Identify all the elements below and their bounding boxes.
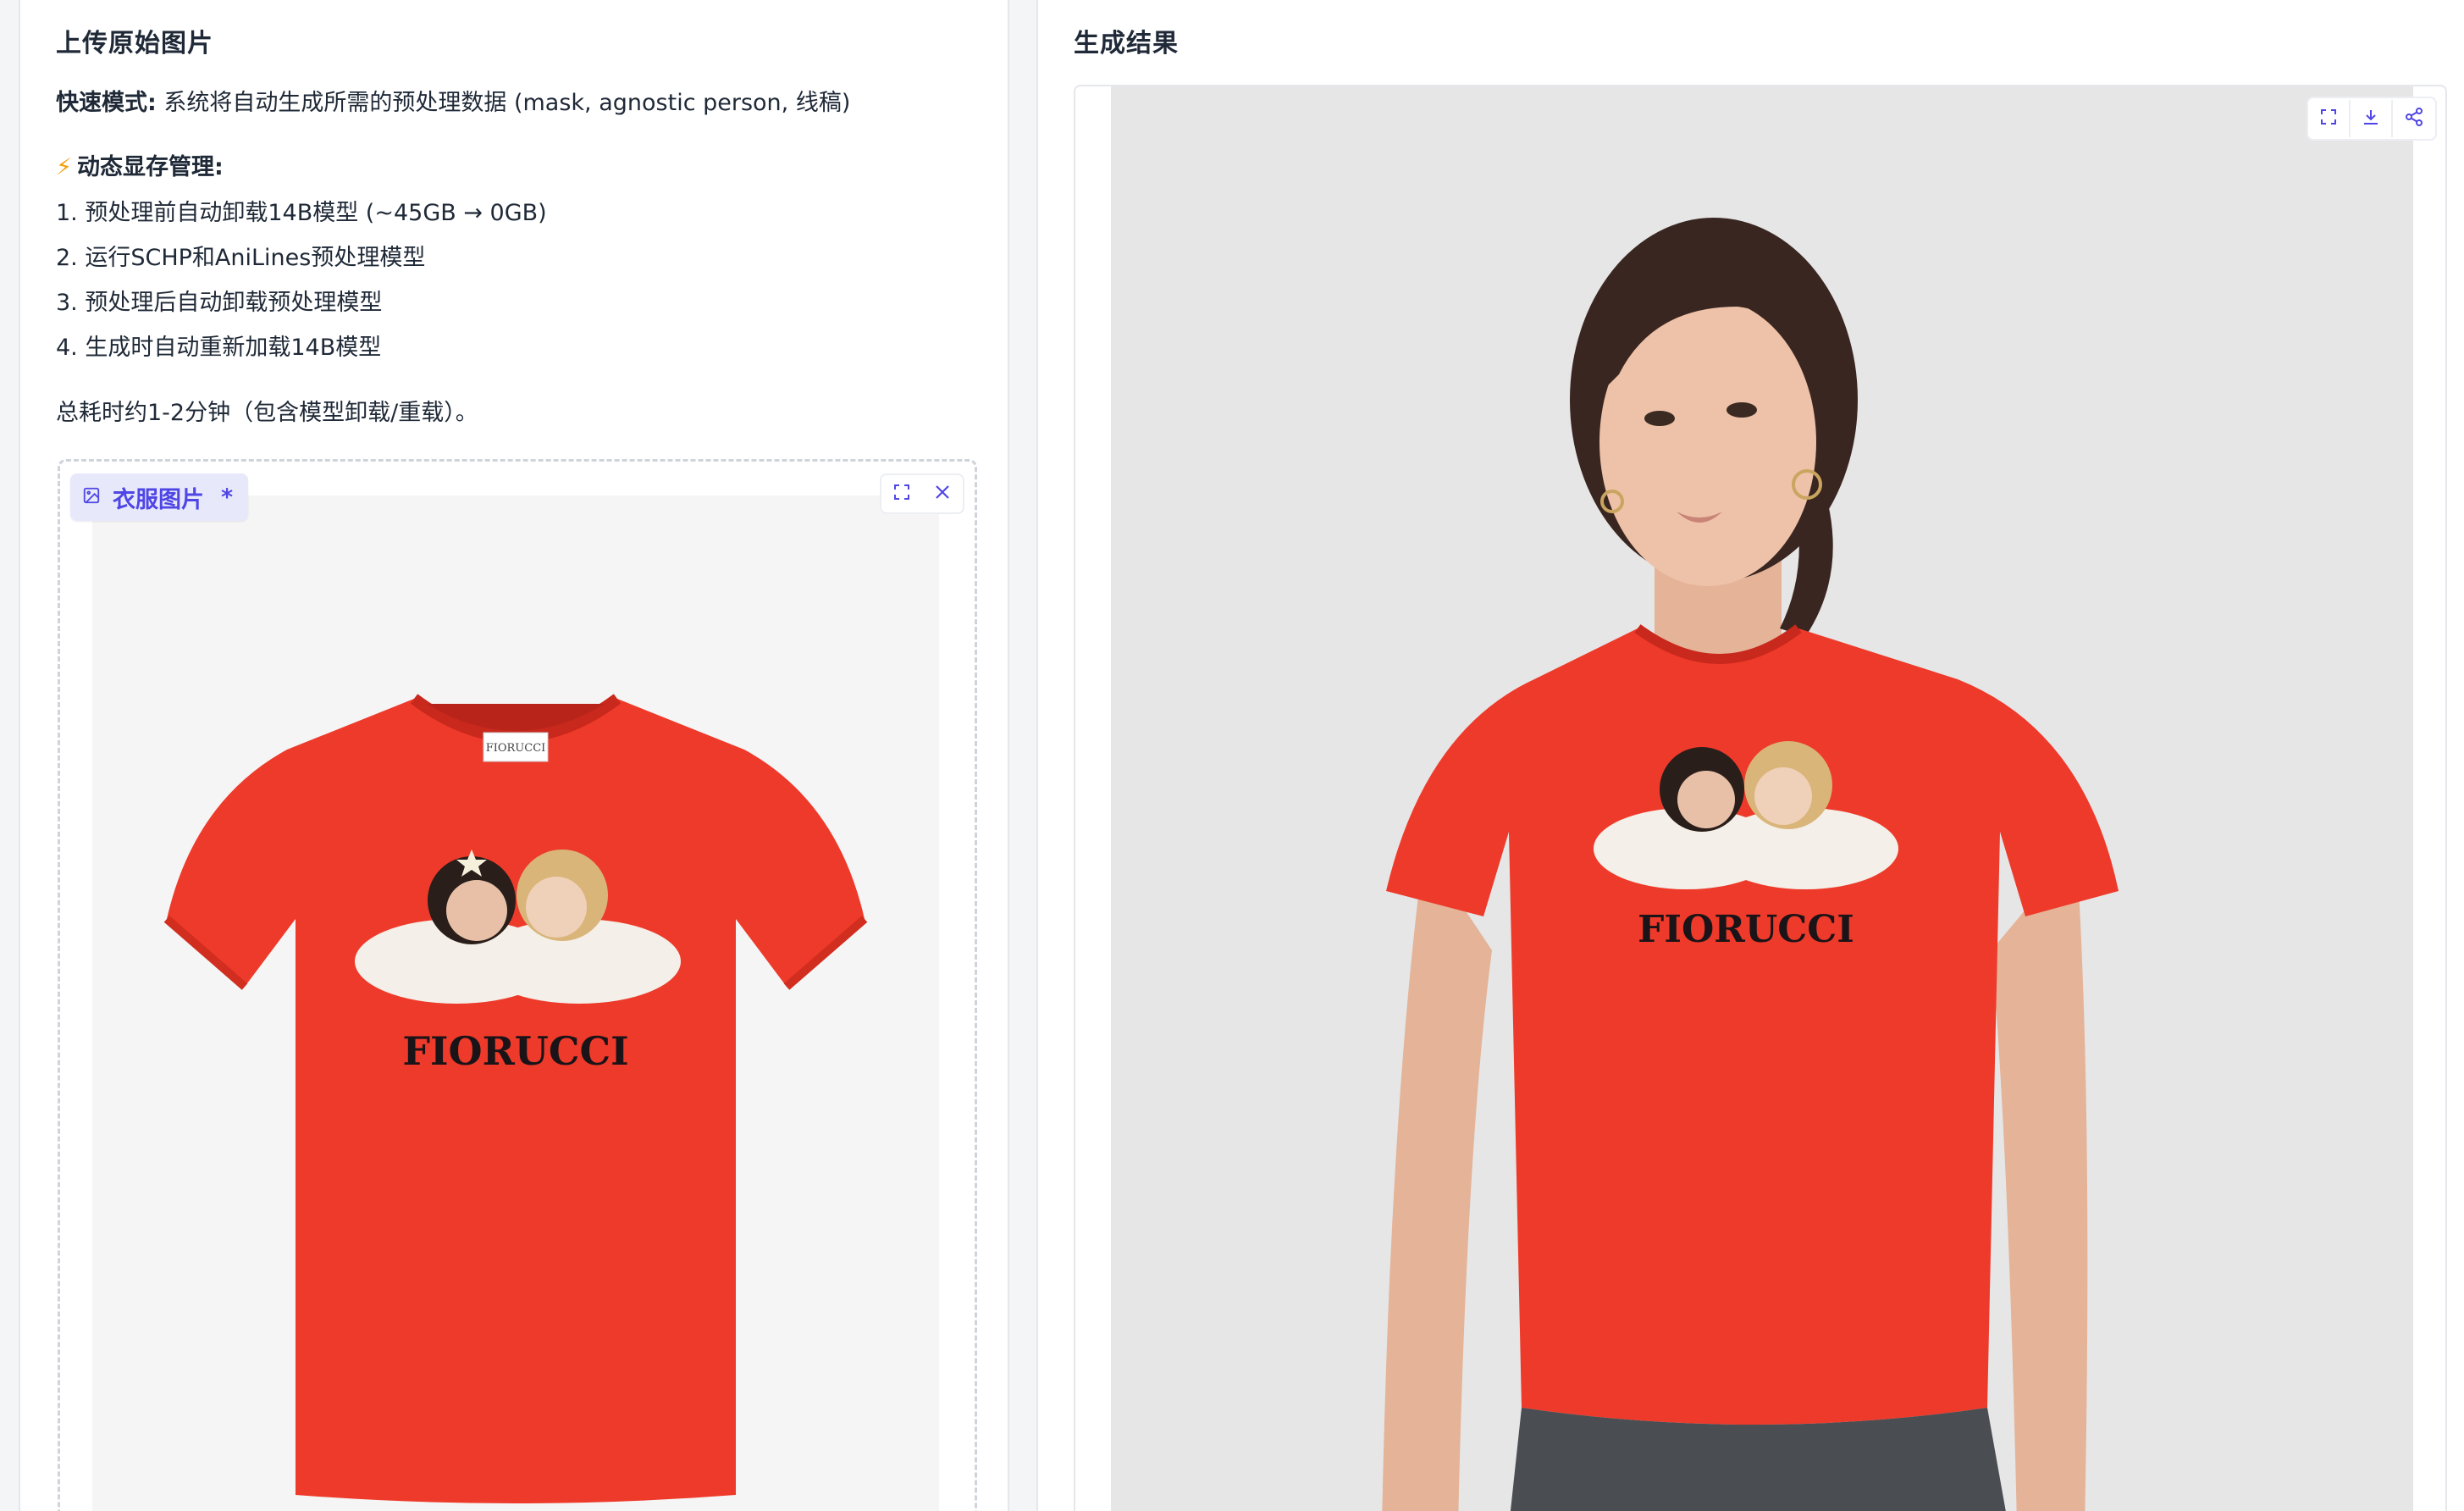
- upload-toolbar: [880, 473, 964, 514]
- fast-mode-line: 快速模式: 系统将自动生成所需的预处理数据 (mask, agnostic pe…: [56, 86, 987, 120]
- close-icon: [932, 482, 953, 506]
- vram-heading: ⚡ 动态显存管理:: [56, 151, 987, 185]
- download-button[interactable]: [2351, 100, 2393, 137]
- model-illustration: FIORUCCI: [1111, 86, 2413, 1511]
- clothing-image-label: 衣服图片 *: [70, 473, 249, 521]
- image-icon: [82, 484, 101, 511]
- fullscreen-icon: [892, 482, 912, 506]
- result-panel-title: 生成结果: [1074, 29, 1179, 58]
- step-item: 3. 预处理后自动卸载预处理模型: [56, 290, 383, 316]
- fast-mode-text: 系统将自动生成所需的预处理数据 (mask, agnostic person, …: [156, 90, 851, 116]
- vram-label: 动态显存管理:: [76, 154, 224, 180]
- fullscreen-icon: [2318, 107, 2339, 130]
- share-button[interactable]: [2393, 100, 2435, 137]
- fast-mode-label: 快速模式:: [56, 90, 157, 116]
- fullscreen-button[interactable]: [2308, 100, 2351, 137]
- fullscreen-button[interactable]: [881, 475, 922, 512]
- download-icon: [2361, 107, 2381, 130]
- result-panel: 生成结果 FIORUCCI: [1036, 0, 2464, 1511]
- result-image: FIORUCCI: [1111, 86, 2413, 1511]
- share-icon: [2404, 107, 2424, 130]
- upload-panel: 上传原始图片 快速模式: 系统将自动生成所需的预处理数据 (mask, agno…: [19, 0, 1009, 1511]
- tshirt-brand-text: FIORUCCI: [402, 1028, 628, 1074]
- tshirt-illustration: FIORUCCI FIORUCCI: [163, 694, 868, 1503]
- clothing-image-label-text: 衣服图片: [113, 486, 204, 513]
- neck-tag-text: FIORUCCI: [486, 742, 546, 755]
- result-image-container: FIORUCCI: [1074, 85, 2447, 1511]
- clear-image-button[interactable]: [922, 475, 963, 512]
- clothing-image-upload[interactable]: 衣服图片 * FIORUCCI FIORUCCI: [58, 459, 977, 1511]
- time-note: 总耗时约1-2分钟（包含模型卸载/重载）。: [56, 400, 478, 426]
- lightning-icon: ⚡: [56, 154, 72, 180]
- step-item: 4. 生成时自动重新加载14B模型: [56, 335, 382, 361]
- required-mark: *: [221, 484, 234, 511]
- result-toolbar: [2307, 97, 2437, 141]
- step-item: 1. 预处理前自动卸载14B模型 (~45GB → 0GB): [56, 200, 547, 226]
- app-page: 上传原始图片 快速模式: 系统将自动生成所需的预处理数据 (mask, agno…: [0, 0, 2464, 1511]
- clothing-image: FIORUCCI FIORUCCI: [92, 495, 939, 1511]
- upload-panel-title: 上传原始图片: [56, 29, 213, 58]
- tshirt-brand-text: FIORUCCI: [1638, 908, 1854, 951]
- steps-list: 1. 预处理前自动卸载14B模型 (~45GB → 0GB) 2. 运行SCHP…: [56, 196, 987, 376]
- step-item: 2. 运行SCHP和AniLines预处理模型: [56, 245, 426, 271]
